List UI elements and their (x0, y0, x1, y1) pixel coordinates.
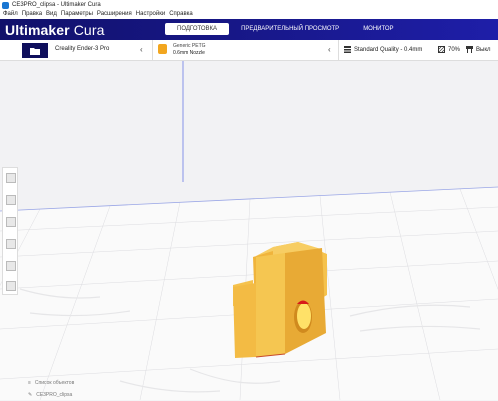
tab-prepare[interactable]: ПОДГОТОВКА (165, 23, 230, 35)
nozzle-size: 0.6mm Nozzle (173, 50, 205, 56)
menu-help[interactable]: Справка (169, 10, 193, 19)
infill-icon (438, 46, 445, 53)
printer-name: Creality Ender-3 Pro (55, 46, 110, 52)
menu-edit[interactable]: Правка (22, 10, 42, 19)
app-header: Ultimaker Cura ПОДГОТОВКА ПРЕДВАРИТЕЛЬНЫ… (0, 19, 498, 40)
build-plate-scene (0, 61, 498, 400)
support-indicator[interactable]: Выкл (466, 46, 491, 53)
material-name: Generic PETG (173, 43, 206, 49)
folder-icon (30, 47, 40, 55)
app-icon (2, 1, 9, 9)
quality-label: Standard Quality - 0.4mm (354, 46, 423, 53)
tab-preview[interactable]: ПРЕДВАРИТЕЛЬНЫЙ ПРОСМОТР (229, 23, 351, 35)
brand-light: Cura (73, 22, 105, 38)
menu-preferences[interactable]: Настройки (136, 10, 165, 19)
open-file-button[interactable] (22, 43, 48, 58)
quality-icon (344, 46, 351, 53)
menu-settings[interactable]: Параметры (61, 10, 93, 19)
object-list: ≡ Список объектов ✎ CE3PRO_clipsa (28, 377, 74, 401)
print-setup-toolbar: Creality Ender-3 Pro ‹ Generic PETG 0.6m… (0, 40, 498, 61)
printer-selector[interactable]: Creality Ender-3 Pro ‹ (50, 40, 153, 60)
support-icon (466, 46, 473, 53)
brand-logo: Ultimaker Cura (5, 22, 104, 38)
brand-bold: Ultimaker (5, 22, 70, 38)
object-file-row[interactable]: ✎ CE3PRO_clipsa (28, 389, 74, 401)
edit-icon: ✎ (28, 392, 33, 398)
window-titlebar: CE3PRO_clipsa - Ultimaker Cura (0, 0, 498, 10)
tool-panel (2, 167, 18, 295)
extruder-badge-icon (158, 44, 167, 54)
rotate-tool-icon[interactable] (6, 217, 16, 227)
object-list-title: Список объектов (34, 380, 75, 386)
support-blocker-icon[interactable] (6, 281, 16, 291)
per-model-tool-icon[interactable] (6, 261, 16, 271)
build-plate-viewport[interactable] (0, 61, 498, 400)
menu-file[interactable]: Файл (3, 10, 18, 19)
stage-tabs: ПОДГОТОВКА ПРЕДВАРИТЕЛЬНЫЙ ПРОСМОТР МОНИ… (165, 23, 406, 35)
tab-monitor[interactable]: МОНИТОР (351, 23, 405, 35)
infill-value: 70% (448, 46, 461, 53)
scale-tool-icon[interactable] (6, 195, 16, 205)
mirror-tool-icon[interactable] (6, 239, 16, 249)
infill-indicator[interactable]: 70% (438, 46, 460, 53)
quality-selector[interactable]: Standard Quality - 0.4mm (344, 46, 422, 53)
list-icon: ≡ (28, 380, 31, 386)
menu-view[interactable]: Вид (46, 10, 57, 19)
object-file-name: CE3PRO_clipsa (36, 392, 73, 398)
move-tool-icon[interactable] (6, 173, 16, 183)
object-list-header[interactable]: ≡ Список объектов (28, 377, 74, 389)
window-title: CE3PRO_clipsa - Ultimaker Cura (12, 2, 101, 8)
chevron-left-icon: ‹ (140, 45, 143, 54)
menu-bar: Файл Правка Вид Параметры Расширения Нас… (0, 10, 498, 19)
chevron-left-icon: ‹ (328, 45, 331, 54)
material-selector[interactable]: Generic PETG 0.6mm Nozzle ‹ (153, 40, 339, 60)
support-value: Выкл (476, 46, 491, 53)
menu-extensions[interactable]: Расширения (97, 10, 132, 19)
